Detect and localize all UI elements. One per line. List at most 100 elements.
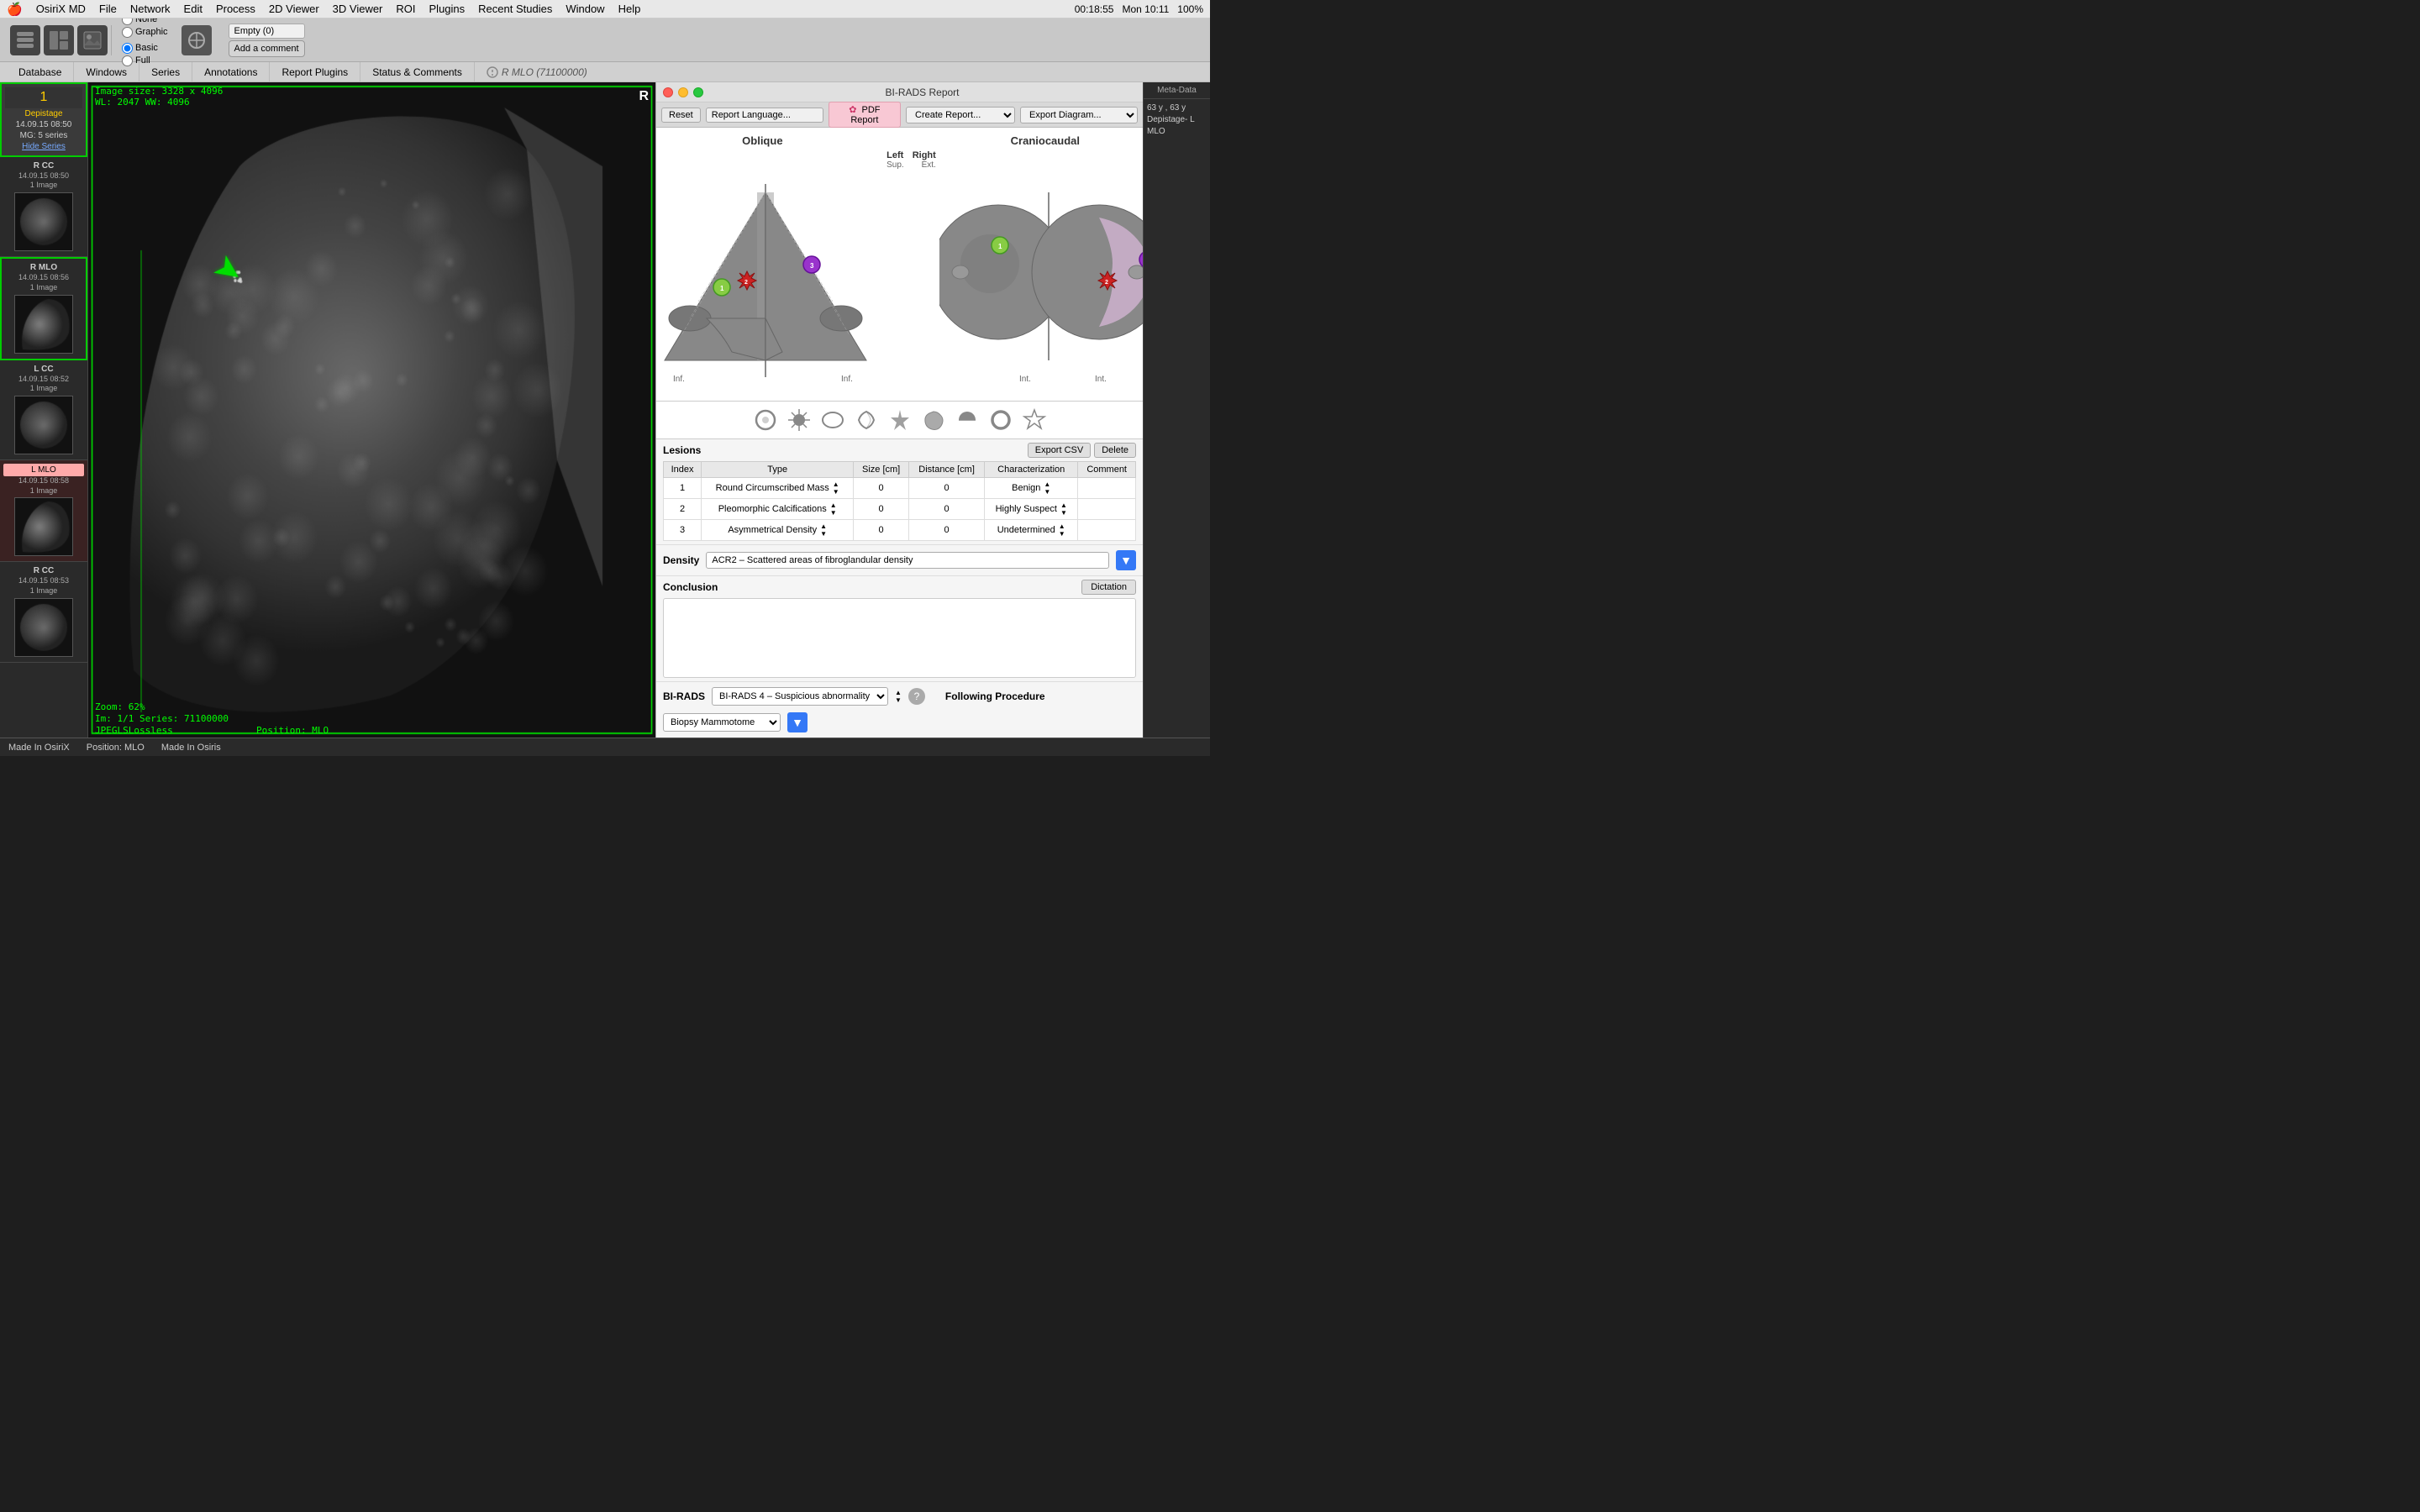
tab-report-plugins[interactable]: Report Plugins (270, 62, 360, 81)
radio-basic-input[interactable] (122, 43, 133, 54)
birads-select[interactable]: BI-RADS 4 – Suspicious abnormality (712, 687, 888, 706)
menu-plugins[interactable]: Plugins (429, 3, 466, 15)
cell-char-2[interactable]: Highly Suspect ▲▼ (985, 499, 1078, 520)
menu-roi[interactable]: ROI (396, 3, 415, 15)
tab-windows[interactable]: Windows (74, 62, 139, 81)
export-diagram-select[interactable]: Export Diagram... (1020, 107, 1138, 123)
layout-icon[interactable] (44, 25, 74, 55)
tab-annotations[interactable]: Annotations (192, 62, 270, 81)
apple-menu-icon[interactable]: 🍎 (7, 2, 23, 17)
type-stepper-1[interactable]: ▲▼ (833, 480, 839, 496)
density-dropdown-button[interactable]: ▼ (1116, 550, 1136, 570)
conclusion-textarea[interactable] (663, 598, 1136, 678)
half-circle-icon[interactable] (954, 407, 981, 433)
tab-database[interactable]: Database (7, 62, 74, 81)
table-header-row: Index Type Size [cm] Distance [cm] Chara… (664, 462, 1136, 478)
database-icon[interactable] (10, 25, 40, 55)
radio-graphic[interactable]: Graphic (122, 27, 168, 38)
cell-type-3[interactable]: Asymmetrical Density ▲▼ (702, 520, 854, 541)
tab-status-comments[interactable]: Status & Comments (360, 62, 475, 81)
language-select[interactable]: Report Language... (706, 108, 823, 123)
irregular-icon[interactable] (920, 407, 947, 433)
toolbar: None Graphic Basic Full Empty (0) Ad (0, 18, 1210, 62)
char-1-container: Benign ▲▼ (990, 480, 1072, 496)
spiculated-mass-icon[interactable] (786, 407, 813, 433)
menu-edit[interactable]: Edit (184, 3, 203, 15)
reset-button[interactable]: Reset (661, 108, 701, 123)
type-stepper-2[interactable]: ▲▼ (830, 501, 837, 517)
radio-basic[interactable]: Basic (122, 43, 158, 54)
lobulated-icon[interactable] (853, 407, 880, 433)
menu-osirix[interactable]: OsiriX MD (36, 3, 86, 15)
procedure-select[interactable]: Biopsy Mammotome (663, 713, 781, 732)
file-format-info: JPEGLSLossless (95, 725, 173, 736)
thumb-item-lmlo[interactable]: L MLO 14.09.15 08:58 1 Image (0, 460, 87, 562)
thumb-item-rmlo[interactable]: R MLO 14.09.15 08:56 1 Image (0, 257, 87, 360)
craniocaudal-section: Craniocaudal Right Ext. (913, 134, 1143, 394)
oblique-lesion-2[interactable]: 2 (738, 271, 756, 290)
menu-recent-studies[interactable]: Recent Studies (478, 3, 552, 15)
procedure-dropdown-button[interactable]: ▼ (787, 712, 808, 732)
cranio-title: Craniocaudal (1011, 134, 1080, 147)
ring-icon[interactable] (987, 407, 1014, 433)
window-maximize-button[interactable] (693, 87, 703, 97)
cranio-diagram-svg[interactable]: 1 2 3 Int. Int. (939, 150, 1143, 394)
patient-info-right: 63 y , 63 y Depistage- L MLO (1144, 99, 1210, 141)
thumb-images-lcc: 1 Image (3, 384, 84, 394)
cell-char-3[interactable]: Undetermined ▲▼ (985, 520, 1078, 541)
cell-type-2[interactable]: Pleomorphic Calcifications ▲▼ (702, 499, 854, 520)
table-row: 2 Pleomorphic Calcifications ▲▼ 0 0 High… (664, 499, 1136, 520)
mammogram-background: Image size: 3328 x 4096 WL: 2047 WW: 409… (88, 82, 655, 738)
svg-text:Inf.: Inf. (841, 375, 853, 384)
add-comment-button[interactable]: Add a comment (229, 40, 305, 57)
char-stepper-3[interactable]: ▲▼ (1059, 522, 1065, 538)
star-icon[interactable] (1021, 407, 1048, 433)
type-3-container: Asymmetrical Density ▲▼ (707, 522, 848, 538)
pdf-report-button[interactable]: ✿ PDF Report (829, 102, 901, 128)
window-minimize-button[interactable] (678, 87, 688, 97)
radio-graphic-input[interactable] (122, 27, 133, 38)
thumb-item-depistage[interactable]: 1 Depistage 14.09.15 08:50 MG: 5 series … (0, 82, 87, 157)
window-close-button[interactable] (663, 87, 673, 97)
stellate-icon[interactable] (886, 407, 913, 433)
help-button[interactable]: ? (908, 688, 925, 705)
char-stepper-1[interactable]: ▲▼ (1044, 480, 1050, 496)
thumb-canvas-rcc2 (14, 598, 73, 657)
menu-network[interactable]: Network (130, 3, 171, 15)
export-csv-button[interactable]: Export CSV (1028, 443, 1091, 458)
image-icon[interactable] (77, 25, 108, 55)
tab-series[interactable]: Series (139, 62, 192, 81)
thumb-series-info-1: MG: 5 series (5, 130, 82, 141)
round-mass-icon[interactable] (752, 407, 779, 433)
birads-stepper[interactable]: ▲▼ (895, 689, 902, 704)
oblique-diagram-svg[interactable]: Inf. Inf. (655, 150, 883, 394)
cranio-lesion-2[interactable]: 2 (1098, 271, 1117, 290)
dictation-button[interactable]: Dictation (1081, 580, 1136, 595)
tool-icon[interactable] (182, 25, 212, 55)
col-index: Index (664, 462, 702, 478)
oblique-right-inf-text: Inf. (673, 375, 685, 384)
menu-window[interactable]: Window (566, 3, 604, 15)
cranio-right-label: Right (913, 150, 936, 160)
menu-3d-viewer[interactable]: 3D Viewer (333, 3, 383, 15)
menu-help[interactable]: Help (618, 3, 641, 15)
density-select[interactable]: ACR2 – Scattered areas of fibroglandular… (706, 552, 1109, 569)
type-stepper-3[interactable]: ▲▼ (820, 522, 827, 538)
cell-char-1[interactable]: Benign ▲▼ (985, 478, 1078, 499)
wl-text: WL: 2047 WW: 4096 (95, 97, 223, 108)
thumb-item-rcc2[interactable]: R CC 14.09.15 08:53 1 Image (0, 562, 87, 662)
delete-button[interactable]: Delete (1094, 443, 1136, 458)
create-report-select[interactable]: Create Report... (906, 107, 1015, 123)
image-viewer[interactable]: Image size: 3328 x 4096 WL: 2047 WW: 409… (88, 82, 655, 738)
thumb-item-lcc[interactable]: L CC 14.09.15 08:52 1 Image (0, 360, 87, 460)
thumb-item-rcc[interactable]: R CC 14.09.15 08:50 1 Image (0, 157, 87, 257)
menu-2d-viewer[interactable]: 2D Viewer (269, 3, 319, 15)
thumb-label-lcc: L CC (3, 364, 84, 375)
char-stepper-2[interactable]: ▲▼ (1060, 501, 1067, 517)
menu-process[interactable]: Process (216, 3, 255, 15)
cell-type-1[interactable]: Round Circumscribed Mass ▲▼ (702, 478, 854, 499)
oval-circumscribed-icon[interactable] (819, 407, 846, 433)
menu-file[interactable]: File (99, 3, 117, 15)
thumb-hide-series[interactable]: Hide Series (5, 141, 82, 152)
empty-select[interactable]: Empty (0) (229, 24, 305, 39)
